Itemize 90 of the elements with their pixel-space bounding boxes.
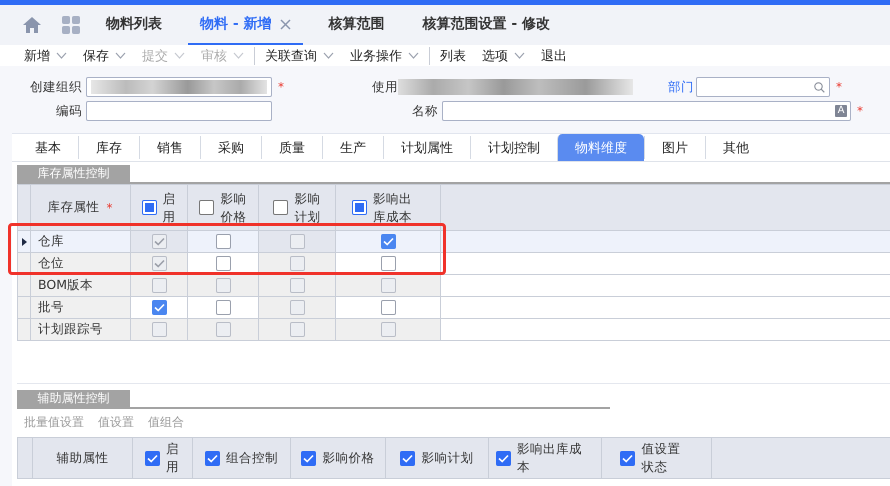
field-label: 创建组织 xyxy=(29,78,83,96)
toolbar-button[interactable]: 保存 xyxy=(75,46,134,64)
tab[interactable]: 计划属性 xyxy=(383,136,470,159)
toolbar-button[interactable]: 关联查询 xyxy=(254,46,342,64)
check-icon xyxy=(382,237,394,246)
section-title: 辅助属性控制 xyxy=(17,390,130,407)
text-field[interactable]: A xyxy=(442,101,851,121)
department-link[interactable]: 部门 xyxy=(668,78,696,96)
column-header: 影响出库成本 xyxy=(372,190,413,226)
field-label: 使用 xyxy=(372,78,398,96)
chevron-down-icon xyxy=(233,52,244,59)
text-field[interactable] xyxy=(86,101,272,121)
column-header: 启用 xyxy=(162,190,176,226)
check-icon xyxy=(147,454,158,462)
required-mark: * xyxy=(278,80,285,94)
checkbox[interactable] xyxy=(301,450,316,466)
table-cell: 仓库 xyxy=(30,230,130,252)
chevron-down-icon xyxy=(115,52,126,59)
required-mark: * xyxy=(106,200,114,214)
column-header: 辅助属性 xyxy=(56,450,108,466)
check-icon xyxy=(402,454,414,462)
tab[interactable]: 图片 xyxy=(644,136,705,159)
checkbox[interactable] xyxy=(216,256,230,271)
checkbox[interactable] xyxy=(152,300,166,315)
chevron-down-icon xyxy=(514,52,525,59)
tab[interactable]: 质量 xyxy=(261,136,322,159)
check-icon xyxy=(622,454,634,462)
checkbox[interactable] xyxy=(400,450,416,466)
checkbox[interactable] xyxy=(216,234,230,249)
column-header: 值设置状态 xyxy=(641,440,682,476)
toolbar-button[interactable]: 业务操作 xyxy=(342,46,427,64)
check-icon xyxy=(154,259,164,268)
tab[interactable]: 销售 xyxy=(139,136,200,159)
toolbar-button[interactable]: 退出 xyxy=(533,46,575,64)
home-icon[interactable] xyxy=(22,16,42,34)
search-field[interactable] xyxy=(696,77,830,97)
section-title: 库存属性控制 xyxy=(17,165,130,182)
text-field[interactable] xyxy=(86,77,272,97)
tab[interactable]: 采购 xyxy=(200,136,261,159)
table-cell: 计划跟踪号 xyxy=(30,318,130,340)
check-icon xyxy=(303,454,314,462)
search-icon xyxy=(814,82,825,92)
chevron-down-icon xyxy=(323,52,334,59)
checkbox[interactable] xyxy=(273,200,288,215)
chevron-down-icon xyxy=(174,52,185,59)
column-header: 启用 xyxy=(166,440,180,476)
toolbar-button[interactable]: 列表 xyxy=(429,46,474,64)
tab[interactable]: 基本 xyxy=(17,136,78,159)
checkbox[interactable] xyxy=(142,200,157,215)
field-label: 编码 xyxy=(55,102,83,120)
checkbox[interactable] xyxy=(496,450,511,466)
tab[interactable]: 生产 xyxy=(322,136,383,159)
table-cell: 批号 xyxy=(30,296,130,318)
column-header: 影响出库成本 xyxy=(516,440,583,476)
column-header: 组合控制 xyxy=(226,449,278,467)
check-icon xyxy=(154,237,164,246)
checkbox[interactable] xyxy=(380,300,396,315)
required-mark: * xyxy=(836,80,843,94)
toolbar-button[interactable]: 选项 xyxy=(474,46,533,64)
column-header: 影响价格 xyxy=(322,449,375,467)
language-icon[interactable]: A xyxy=(835,105,847,117)
checkbox[interactable] xyxy=(145,450,160,466)
checkbox[interactable] xyxy=(216,300,230,315)
checkbox[interactable] xyxy=(620,450,636,466)
checkbox[interactable] xyxy=(352,200,367,215)
checkbox[interactable] xyxy=(380,256,396,271)
app-tab[interactable]: 核算范围设置 - 修改 xyxy=(410,5,562,45)
toolbar-button[interactable]: 新增 xyxy=(16,46,75,64)
required-mark: * xyxy=(857,104,864,118)
column-header: 影响计划 xyxy=(294,190,321,226)
close-icon[interactable] xyxy=(280,18,291,30)
app-tab[interactable]: 物料列表 xyxy=(94,5,174,45)
column-header: 库存属性 xyxy=(48,199,100,216)
checkbox[interactable] xyxy=(380,234,396,249)
checkbox[interactable] xyxy=(204,450,220,466)
table-cell: BOM版本 xyxy=(30,274,130,296)
field-label: 名称 xyxy=(412,102,439,120)
checkbox[interactable] xyxy=(199,200,214,215)
tab[interactable]: 其他 xyxy=(705,136,766,159)
app-tab[interactable]: 核算范围 xyxy=(316,5,397,45)
check-icon xyxy=(154,303,164,312)
row-pointer-icon xyxy=(22,238,27,246)
column-header: 影响价格 xyxy=(220,190,247,226)
check-icon xyxy=(206,454,218,462)
column-header: 影响计划 xyxy=(421,449,474,467)
chevron-down-icon xyxy=(408,52,419,59)
chevron-down-icon xyxy=(56,52,67,59)
check-icon xyxy=(498,454,509,462)
tab[interactable]: 库存 xyxy=(78,136,139,159)
apps-icon[interactable] xyxy=(62,16,80,34)
